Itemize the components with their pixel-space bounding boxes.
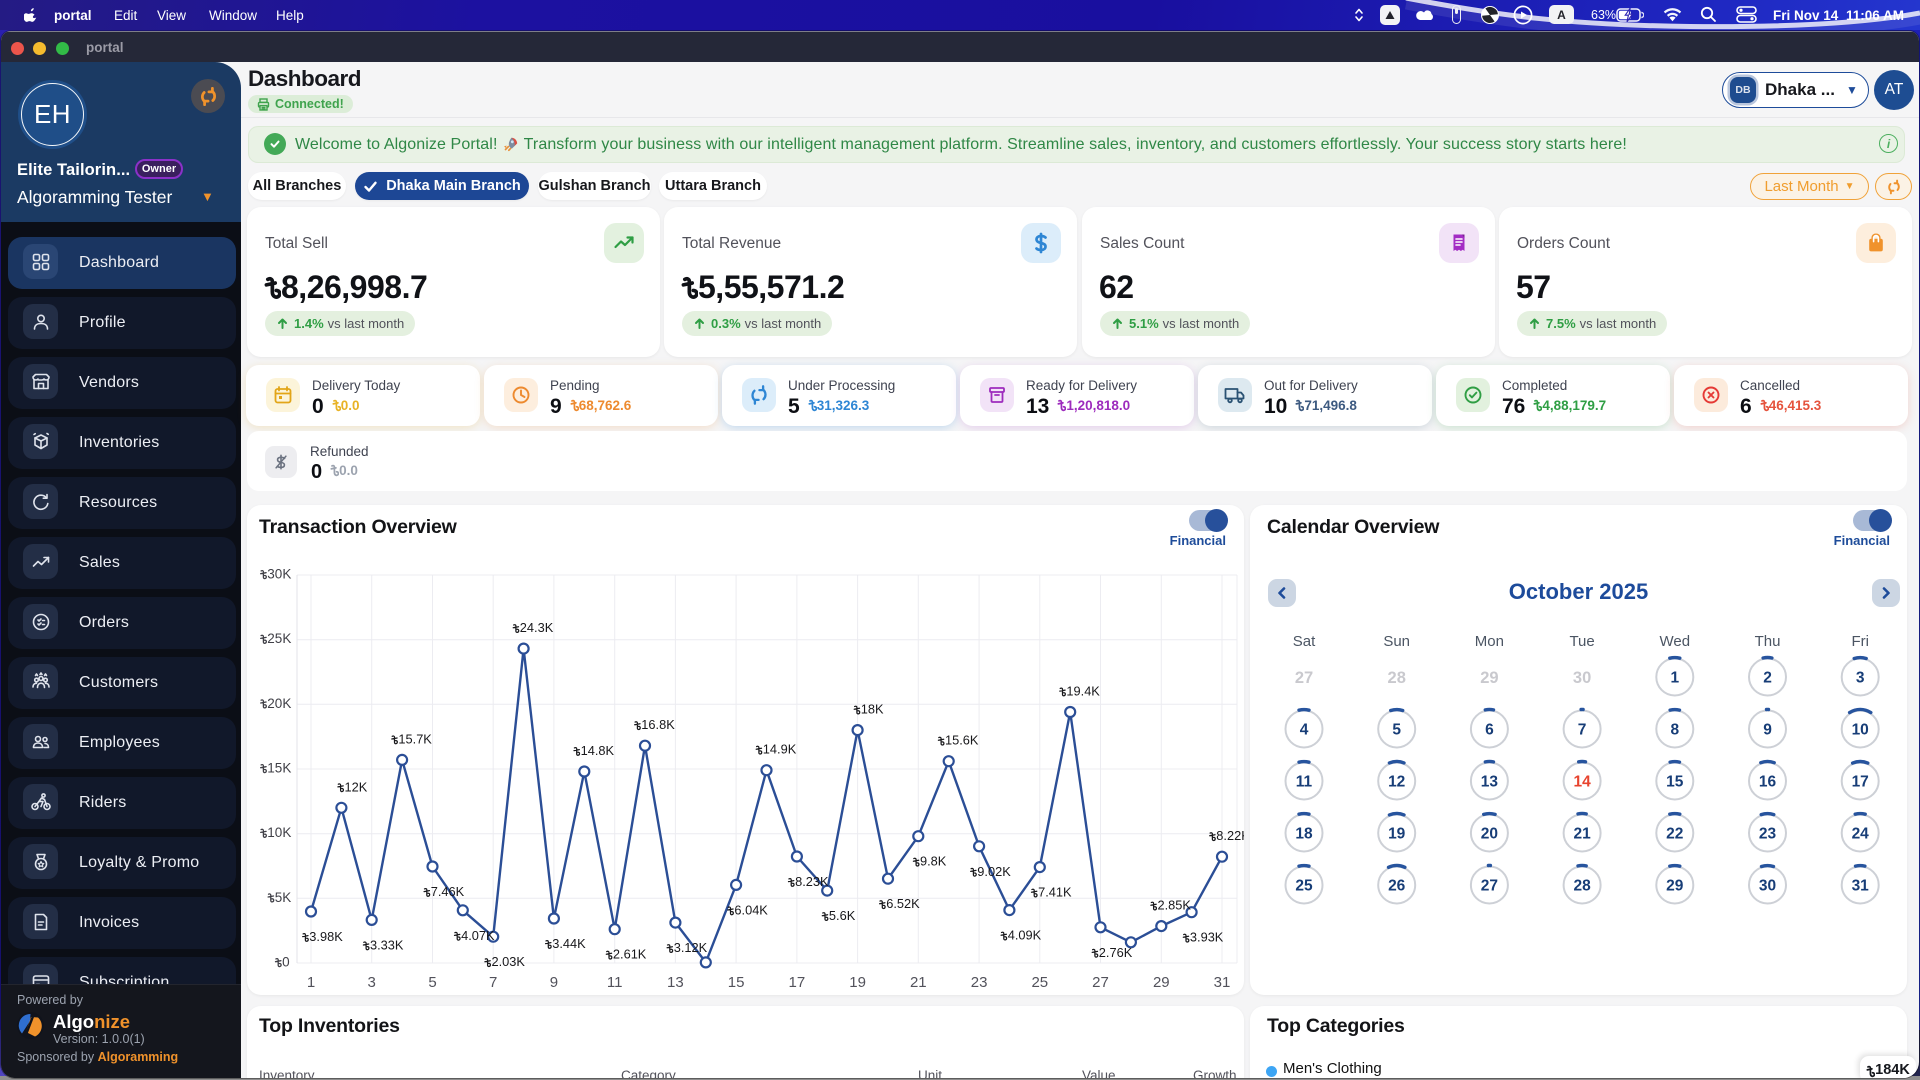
svg-text:3: 3 (368, 974, 376, 991)
svg-text:28: 28 (1388, 669, 1406, 687)
svg-text:21: 21 (1573, 826, 1591, 843)
svg-text:3: 3 (1856, 670, 1865, 687)
svg-text:9: 9 (1763, 722, 1772, 739)
svg-text:14: 14 (1573, 774, 1591, 791)
svg-text:9.8K: 9.8K (920, 854, 947, 869)
svg-text:5: 5 (428, 974, 436, 991)
svg-text:15.7K: 15.7K (398, 731, 432, 746)
svg-text:11: 11 (607, 974, 623, 991)
svg-text:31: 31 (1852, 878, 1870, 895)
svg-text:29: 29 (1153, 974, 1170, 991)
svg-text:0: 0 (282, 955, 290, 970)
svg-text:15K: 15K (267, 761, 291, 776)
svg-text:9: 9 (550, 974, 558, 991)
svg-text:30: 30 (1759, 878, 1776, 895)
svg-text:3.44K: 3.44K (552, 936, 586, 951)
svg-text:6: 6 (1485, 722, 1494, 739)
svg-text:4.07K: 4.07K (461, 928, 495, 943)
svg-text:7.41K: 7.41K (1038, 885, 1072, 900)
svg-text:2.03K: 2.03K (492, 954, 526, 969)
svg-text:27: 27 (1092, 974, 1109, 991)
svg-text:19.4K: 19.4K (1066, 684, 1100, 699)
svg-text:18K: 18K (861, 702, 884, 717)
svg-text:22: 22 (1666, 826, 1683, 843)
svg-text:5K: 5K (275, 890, 292, 905)
svg-text:5: 5 (1392, 722, 1401, 739)
svg-text:17: 17 (789, 974, 806, 991)
svg-text:18: 18 (1295, 826, 1313, 843)
svg-text:14.9K: 14.9K (763, 742, 797, 757)
svg-text:21: 21 (910, 974, 927, 991)
svg-text:15.6K: 15.6K (945, 733, 979, 748)
svg-text:12: 12 (1388, 774, 1405, 791)
svg-text:7: 7 (489, 974, 497, 991)
svg-text:1: 1 (1670, 670, 1679, 687)
svg-text:20: 20 (1481, 826, 1498, 843)
svg-text:23: 23 (971, 974, 988, 991)
svg-text:2.61K: 2.61K (613, 947, 647, 962)
svg-text:31: 31 (1214, 974, 1231, 991)
svg-text:15: 15 (1666, 774, 1684, 791)
svg-text:25: 25 (1295, 878, 1313, 895)
svg-text:9.02K: 9.02K (977, 864, 1011, 879)
svg-text:20K: 20K (267, 696, 291, 711)
svg-text:25K: 25K (267, 631, 291, 646)
svg-text:30: 30 (1573, 669, 1591, 687)
svg-text:29: 29 (1480, 669, 1498, 687)
svg-text:6.52K: 6.52K (886, 896, 920, 911)
svg-text:19: 19 (849, 974, 866, 991)
svg-text:24: 24 (1852, 826, 1870, 843)
svg-text:8: 8 (1670, 722, 1679, 739)
svg-text:30K: 30K (267, 567, 291, 582)
svg-text:2.76K: 2.76K (1099, 945, 1133, 960)
svg-text:4.09K: 4.09K (1008, 928, 1042, 943)
svg-text:23: 23 (1759, 826, 1777, 843)
svg-text:26: 26 (1388, 878, 1406, 895)
svg-text:15: 15 (728, 974, 745, 991)
svg-text:3.33K: 3.33K (370, 937, 404, 952)
svg-text:11: 11 (1296, 774, 1313, 791)
svg-text:13: 13 (1481, 774, 1499, 791)
svg-text:29: 29 (1666, 878, 1684, 895)
svg-text:27: 27 (1295, 669, 1313, 687)
svg-text:16.8K: 16.8K (641, 717, 675, 732)
svg-text:10: 10 (1852, 722, 1869, 739)
svg-text:1: 1 (307, 974, 315, 991)
svg-text:2.85K: 2.85K (1158, 898, 1192, 913)
svg-text:16: 16 (1759, 774, 1777, 791)
svg-text:27: 27 (1481, 878, 1498, 895)
svg-text:14.8K: 14.8K (581, 743, 615, 758)
svg-text:3.93K: 3.93K (1190, 930, 1224, 945)
svg-text:3.12K: 3.12K (674, 940, 708, 955)
svg-text:25: 25 (1031, 974, 1048, 991)
svg-text:13: 13 (667, 974, 684, 991)
svg-text:3.98K: 3.98K (309, 929, 343, 944)
svg-text:12K: 12K (345, 779, 368, 794)
svg-text:7.46K: 7.46K (431, 884, 465, 899)
svg-text:4: 4 (1300, 722, 1309, 739)
svg-text:28: 28 (1573, 878, 1591, 895)
svg-text:2: 2 (1763, 670, 1772, 687)
svg-text:7: 7 (1578, 722, 1587, 739)
svg-text:5.6K: 5.6K (829, 908, 856, 923)
svg-text:17: 17 (1852, 774, 1869, 791)
svg-text:8.22K: 8.22K (1216, 828, 1244, 843)
svg-text:6.04K: 6.04K (734, 902, 768, 917)
svg-text:19: 19 (1388, 826, 1406, 843)
svg-text:10K: 10K (267, 825, 291, 840)
svg-text:8.23K: 8.23K (795, 874, 829, 889)
svg-text:24.3K: 24.3K (520, 620, 554, 635)
